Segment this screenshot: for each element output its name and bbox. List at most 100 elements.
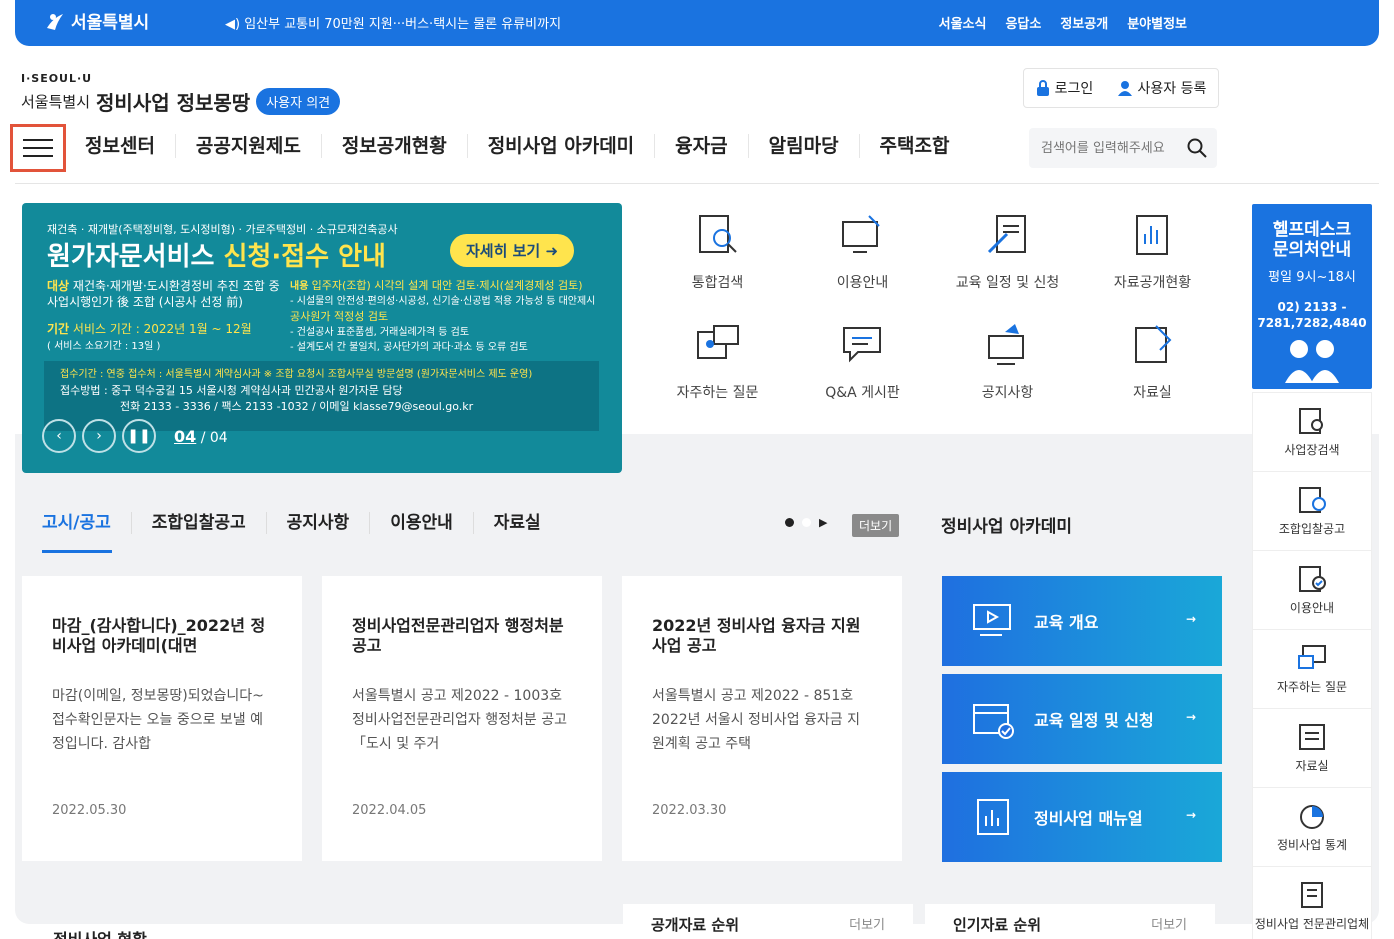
register-label: 사용자 등록: [1137, 81, 1207, 97]
tab-association-bid[interactable]: 조합입찰공고: [132, 512, 267, 534]
tab-announcement[interactable]: 고시/공고: [42, 512, 132, 534]
academy-overview-button[interactable]: 교육 개요 →: [942, 576, 1222, 666]
side-site-search[interactable]: 사업장검색: [1253, 393, 1371, 472]
card-date: 2022.03.30: [652, 803, 727, 818]
register-button[interactable]: 사용자 등록: [1117, 78, 1207, 98]
pause-slide-button[interactable]: ❚❚: [122, 419, 156, 453]
target-label: 대상: [47, 279, 70, 293]
academy-schedule-button[interactable]: 교육 일정 및 신청 →: [942, 674, 1222, 764]
seoul-logo[interactable]: 서울특별시: [45, 8, 149, 33]
search-icon[interactable]: [1187, 138, 1207, 158]
arrow-right-icon: →: [1185, 612, 1196, 626]
side-label: 이용안내: [1289, 600, 1335, 615]
tab-guide[interactable]: 이용안내: [370, 512, 474, 534]
more-button[interactable]: 더보기: [852, 514, 900, 537]
link-info-disclosure[interactable]: 정보공개: [1060, 13, 1108, 32]
nav-loan[interactable]: 융자금: [655, 134, 749, 158]
helpdesk-panel[interactable]: 헬프데스크 문의처안내 평일 9시~18시 02) 2133 - 7281,72…: [1252, 204, 1372, 389]
card-title: 마감_(감사합니다)_2022년 정비사업 아카데미(대면: [52, 616, 266, 655]
card-date: 2022.04.05: [352, 803, 427, 818]
quick-archive[interactable]: 자료실: [1080, 322, 1225, 402]
nav-notice-board[interactable]: 알림마당: [749, 134, 860, 158]
quick-faq[interactable]: 자주하는 질문: [645, 322, 790, 402]
card-pagination: ▶: [785, 516, 827, 529]
quick-education[interactable]: 교육 일정 및 신청: [935, 212, 1080, 292]
slide-current: 04: [174, 426, 197, 446]
slide-counter: 04 / 04: [174, 426, 228, 446]
prev-slide-button[interactable]: ‹: [42, 419, 76, 453]
manual-book-icon: [977, 799, 1009, 835]
side-management-firms[interactable]: 정비사업 전문관리업체: [1253, 867, 1371, 939]
promo-banner[interactable]: 재건축 · 재개발(주택정비형, 도시정비형) · 가로주택정비 · 소규모재건…: [22, 203, 622, 473]
content-line2: - 시설물의 안전성·편의성·시공성, 신기술·신공법 적용 가능성 등 대안제…: [290, 296, 596, 307]
notice-ticker[interactable]: ◀) 임산부 교통비 70만원 지원···버스·택시는 물론 유류비까지: [225, 13, 561, 32]
ranking-more-link[interactable]: 더보기: [849, 914, 885, 939]
nav-disclosure-status[interactable]: 정보공개현황: [322, 134, 468, 158]
link-eungdapso[interactable]: 응답소: [1005, 13, 1041, 32]
quick-integrated-search[interactable]: 통합검색: [645, 212, 790, 292]
login-button[interactable]: 로그인: [1036, 78, 1094, 98]
next-slide-button[interactable]: ›: [82, 419, 116, 453]
user-icon: [1117, 81, 1132, 96]
archive-document-icon: [1299, 723, 1325, 750]
card-date: 2022.05.30: [52, 803, 127, 818]
faq-chat-icon: [1298, 644, 1326, 669]
quick-qna-board[interactable]: Q&A 게시판: [790, 322, 935, 402]
content-line5: - 설계도서 간 불일치, 공사단가의 과다·과소 등 오류 검토: [290, 342, 528, 353]
side-quick-menu: 사업장검색 조합입찰공고 이용안내 자주하는 질문 자료실 정비사업 통계 정비…: [1252, 392, 1372, 939]
side-statistics[interactable]: 정비사업 통계: [1253, 788, 1371, 867]
page-dot-1[interactable]: [785, 518, 794, 527]
link-field-info[interactable]: 분야별정보: [1127, 13, 1187, 32]
nav-housing-association[interactable]: 주택조합: [860, 134, 970, 158]
next-arrow-icon[interactable]: ▶: [819, 516, 827, 529]
notice-card[interactable]: 정비사업전문관리업자 행정처분 공고 서울특별시 공고 제2022 - 1003…: [322, 576, 602, 861]
academy-manual-button[interactable]: 정비사업 매뉴얼 →: [942, 772, 1222, 862]
hero-section: 재건축 · 재개발(주택정비형, 도시정비형) · 가로주택정비 · 소규모재건…: [15, 184, 1379, 473]
search-box: [1029, 128, 1217, 168]
side-faq[interactable]: 자주하는 질문: [1253, 630, 1371, 709]
notice-card[interactable]: 2022년 정비사업 융자금 지원사업 공고 서울특별시 공고 제2022 - …: [622, 576, 902, 861]
document-pen-icon: [987, 215, 1026, 254]
side-guide[interactable]: 이용안내: [1253, 551, 1371, 630]
quick-label: 통합검색: [691, 275, 744, 291]
notice-card[interactable]: 마감_(감사합니다)_2022년 정비사업 아카데미(대면 마감(이메일, 정보…: [22, 576, 302, 861]
nav-info-center[interactable]: 정보센터: [85, 134, 176, 158]
quick-label: 교육 일정 및 신청: [955, 275, 1060, 291]
content-line3: 공사원가 적정성 검토: [290, 310, 389, 323]
receipt-period: 접수기간 : 연중 접수처 : 서울특별시 계약심사과 ※ 조합 요청시 조합사…: [60, 369, 533, 380]
banner-detail-button[interactable]: 자세히 보기 ➜: [450, 234, 575, 267]
card-title: 2022년 정비사업 융자금 지원사업 공고: [652, 616, 861, 655]
quick-notice[interactable]: 공지사항: [935, 322, 1080, 402]
ranking-title: 공개자료 순위: [651, 916, 740, 934]
public-data-ranking: 공개자료 순위 더보기: [623, 904, 913, 939]
arrow-right-icon: →: [1185, 710, 1196, 724]
quick-guide[interactable]: 이용안내: [790, 212, 935, 292]
helpdesk-subtitle: 문의처안내: [1272, 240, 1352, 260]
user-feedback-button[interactable]: 사용자 의견: [256, 88, 341, 115]
login-label: 로그인: [1054, 81, 1094, 97]
quick-label: 이용안내: [836, 275, 889, 291]
tab-archive[interactable]: 자료실: [474, 512, 561, 534]
quick-label: 자료실: [1133, 385, 1172, 401]
menu-toggle-button[interactable]: [10, 124, 66, 172]
banner-detail-label: 자세히 보기: [466, 242, 541, 260]
side-label: 정비사업 통계: [1276, 837, 1348, 852]
quick-data-disclosure[interactable]: 자료공개현황: [1080, 212, 1225, 292]
site-brand[interactable]: I·SEOUL·U 서울특별시 정비사업 정보몽땅 사용자 의견: [21, 72, 341, 116]
banner-subtitle: 재건축 · 재개발(주택정비형, 도시정비형) · 가로주택정비 · 소규모재건…: [47, 223, 398, 236]
link-seoul-news[interactable]: 서울소식: [939, 13, 987, 32]
ranking-more-link[interactable]: 더보기: [1151, 914, 1187, 939]
search-input[interactable]: [1029, 128, 1179, 168]
quick-label: 자주하는 질문: [676, 385, 759, 401]
slide-total: 04: [209, 429, 228, 446]
receipt-method: 접수방법 : 중구 덕수궁길 15 서울시청 계약심사과 민간공사 원가자문 담…: [60, 384, 403, 397]
card-body: 서울특별시 공고 제2022 - 1003호 정비사업전문관리업자 행정처분 공…: [352, 688, 567, 752]
page-dot-2[interactable]: [802, 518, 811, 527]
side-archive[interactable]: 자료실: [1253, 709, 1371, 788]
side-association-bid[interactable]: 조합입찰공고: [1253, 472, 1371, 551]
receipt-contact: 전화 2133 - 3336 / 팩스 2133 -1032 / 이메일 kla…: [120, 400, 474, 413]
nav-academy[interactable]: 정비사업 아카데미: [468, 134, 656, 158]
banner-title-b: 신청·접수 안내: [223, 242, 386, 272]
nav-public-support[interactable]: 공공지원제도: [176, 134, 322, 158]
tab-notice[interactable]: 공지사항: [267, 512, 371, 534]
